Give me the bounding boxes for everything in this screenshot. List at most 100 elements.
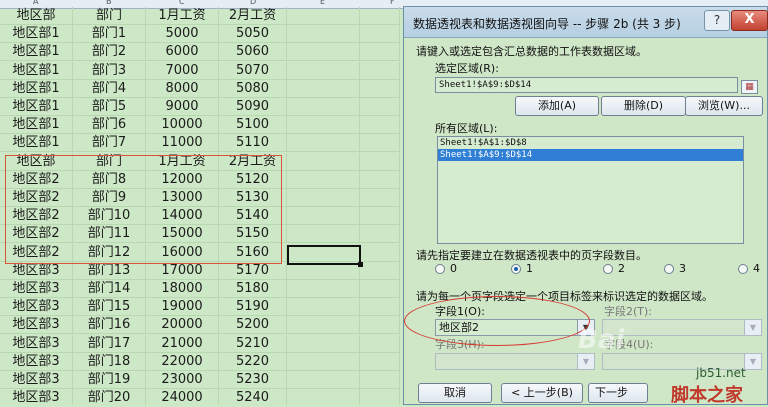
table-cell[interactable]: 5100 [219,116,287,135]
table-cell[interactable]: 17000 [146,261,219,280]
table-cell[interactable] [360,280,400,298]
table-cell[interactable] [360,243,400,262]
table-cell[interactable]: 部门20 [73,389,146,405]
table-cell[interactable] [287,371,360,389]
radio-3[interactable] [664,264,674,274]
table-cell[interactable] [360,389,400,405]
table-cell[interactable]: 7000 [146,61,219,80]
table-cell[interactable]: 11000 [146,134,219,153]
table-cell[interactable]: 23000 [146,371,219,389]
table-cell[interactable] [287,61,360,80]
table-cell[interactable]: 地区部3 [0,316,73,335]
table-cell[interactable] [360,152,400,171]
table-cell[interactable] [360,207,400,226]
table-cell[interactable] [360,170,400,189]
table-cell[interactable]: 5050 [219,25,287,44]
table-cell[interactable]: 地区部3 [0,371,73,389]
table-cell[interactable]: 5110 [219,134,287,153]
table-cell[interactable]: 地区部1 [0,98,73,116]
table-cell[interactable]: 20000 [146,316,219,335]
table-cell[interactable]: 地区部3 [0,261,73,280]
table-cell[interactable]: 5180 [219,280,287,298]
table-cell[interactable]: 部门17 [73,334,146,353]
table-cell[interactable]: 部门4 [73,79,146,98]
table-cell[interactable]: 地区部 [0,7,73,25]
dialog-title-bar[interactable]: 数据透视表和数据透视图向导 -- 步骤 2b (共 3 步) ? X [404,7,768,38]
table-cell[interactable]: 8000 [146,79,219,98]
table-cell[interactable] [360,25,400,44]
table-cell[interactable]: 地区部3 [0,352,73,371]
table-cell[interactable]: 21000 [146,334,219,353]
table-cell[interactable] [287,43,360,62]
column-header[interactable]: C [179,0,185,6]
table-cell[interactable] [360,116,400,135]
table-cell[interactable] [360,7,400,25]
table-cell[interactable]: 19000 [146,298,219,317]
column-header[interactable]: D [250,0,256,6]
column-header[interactable]: B [106,0,112,6]
table-cell[interactable] [360,43,400,62]
table-cell[interactable]: 地区部3 [0,389,73,405]
table-cell[interactable]: 部门14 [73,280,146,298]
table-cell[interactable] [360,189,400,207]
table-cell[interactable]: 部门2 [73,43,146,62]
column-header[interactable]: E [320,0,325,6]
table-cell[interactable]: 部门5 [73,98,146,116]
table-cell[interactable]: 部门1 [73,25,146,44]
table-cell[interactable]: 地区部1 [0,43,73,62]
list-item-selected[interactable]: Sheet1!$A$9:$D$14 [438,149,743,161]
table-cell[interactable]: 部门19 [73,371,146,389]
table-cell[interactable]: 地区部3 [0,280,73,298]
table-cell[interactable]: 地区部1 [0,134,73,153]
table-cell[interactable] [287,134,360,153]
table-cell[interactable] [287,207,360,226]
table-cell[interactable]: 地区部1 [0,25,73,44]
table-cell[interactable]: 9000 [146,98,219,116]
table-cell[interactable] [360,79,400,98]
table-cell[interactable]: 5060 [219,43,287,62]
table-cell[interactable]: 5090 [219,98,287,116]
table-cell[interactable]: 部门 [73,7,146,25]
table-cell[interactable] [360,134,400,153]
table-cell[interactable] [360,352,400,371]
table-cell[interactable]: 地区部3 [0,334,73,353]
browse-button[interactable]: 浏览(W)... [685,96,763,116]
next-button[interactable]: 下一步 [588,383,648,403]
table-cell[interactable]: 5070 [219,61,287,80]
table-cell[interactable] [287,280,360,298]
cancel-button[interactable]: 取消 [418,383,492,403]
help-button[interactable]: ? [704,10,730,31]
table-cell[interactable]: 5080 [219,79,287,98]
add-button[interactable]: 添加(A) [515,96,599,116]
table-cell[interactable] [360,316,400,335]
delete-button[interactable]: 删除(D) [601,96,686,116]
table-cell[interactable] [360,334,400,353]
table-cell[interactable] [287,334,360,353]
chevron-down-icon[interactable]: ▼ [577,320,594,335]
table-cell[interactable] [287,7,360,25]
range-input[interactable]: Sheet1!$A$9:$D$14 [435,77,738,93]
table-cell[interactable] [287,298,360,317]
table-cell[interactable] [360,61,400,80]
table-cell[interactable]: 部门13 [73,261,146,280]
table-cell[interactable]: 2月工资 [219,7,287,25]
table-cell[interactable]: 5170 [219,261,287,280]
column-header[interactable]: F [390,0,395,6]
table-cell[interactable]: 22000 [146,352,219,371]
table-cell[interactable] [287,189,360,207]
radio-0[interactable] [435,264,445,274]
table-cell[interactable] [287,389,360,405]
table-cell[interactable]: 24000 [146,389,219,405]
table-cell[interactable]: 18000 [146,280,219,298]
column-header[interactable]: A [33,0,38,6]
table-cell[interactable] [360,371,400,389]
table-cell[interactable]: 部门18 [73,352,146,371]
radio-2[interactable] [603,264,613,274]
table-cell[interactable] [287,352,360,371]
table-cell[interactable]: 5000 [146,25,219,44]
table-cell[interactable]: 地区部3 [0,298,73,317]
table-cell[interactable]: 部门16 [73,316,146,335]
table-cell[interactable]: 5200 [219,316,287,335]
table-cell[interactable] [287,225,360,244]
table-cell[interactable]: 部门15 [73,298,146,317]
